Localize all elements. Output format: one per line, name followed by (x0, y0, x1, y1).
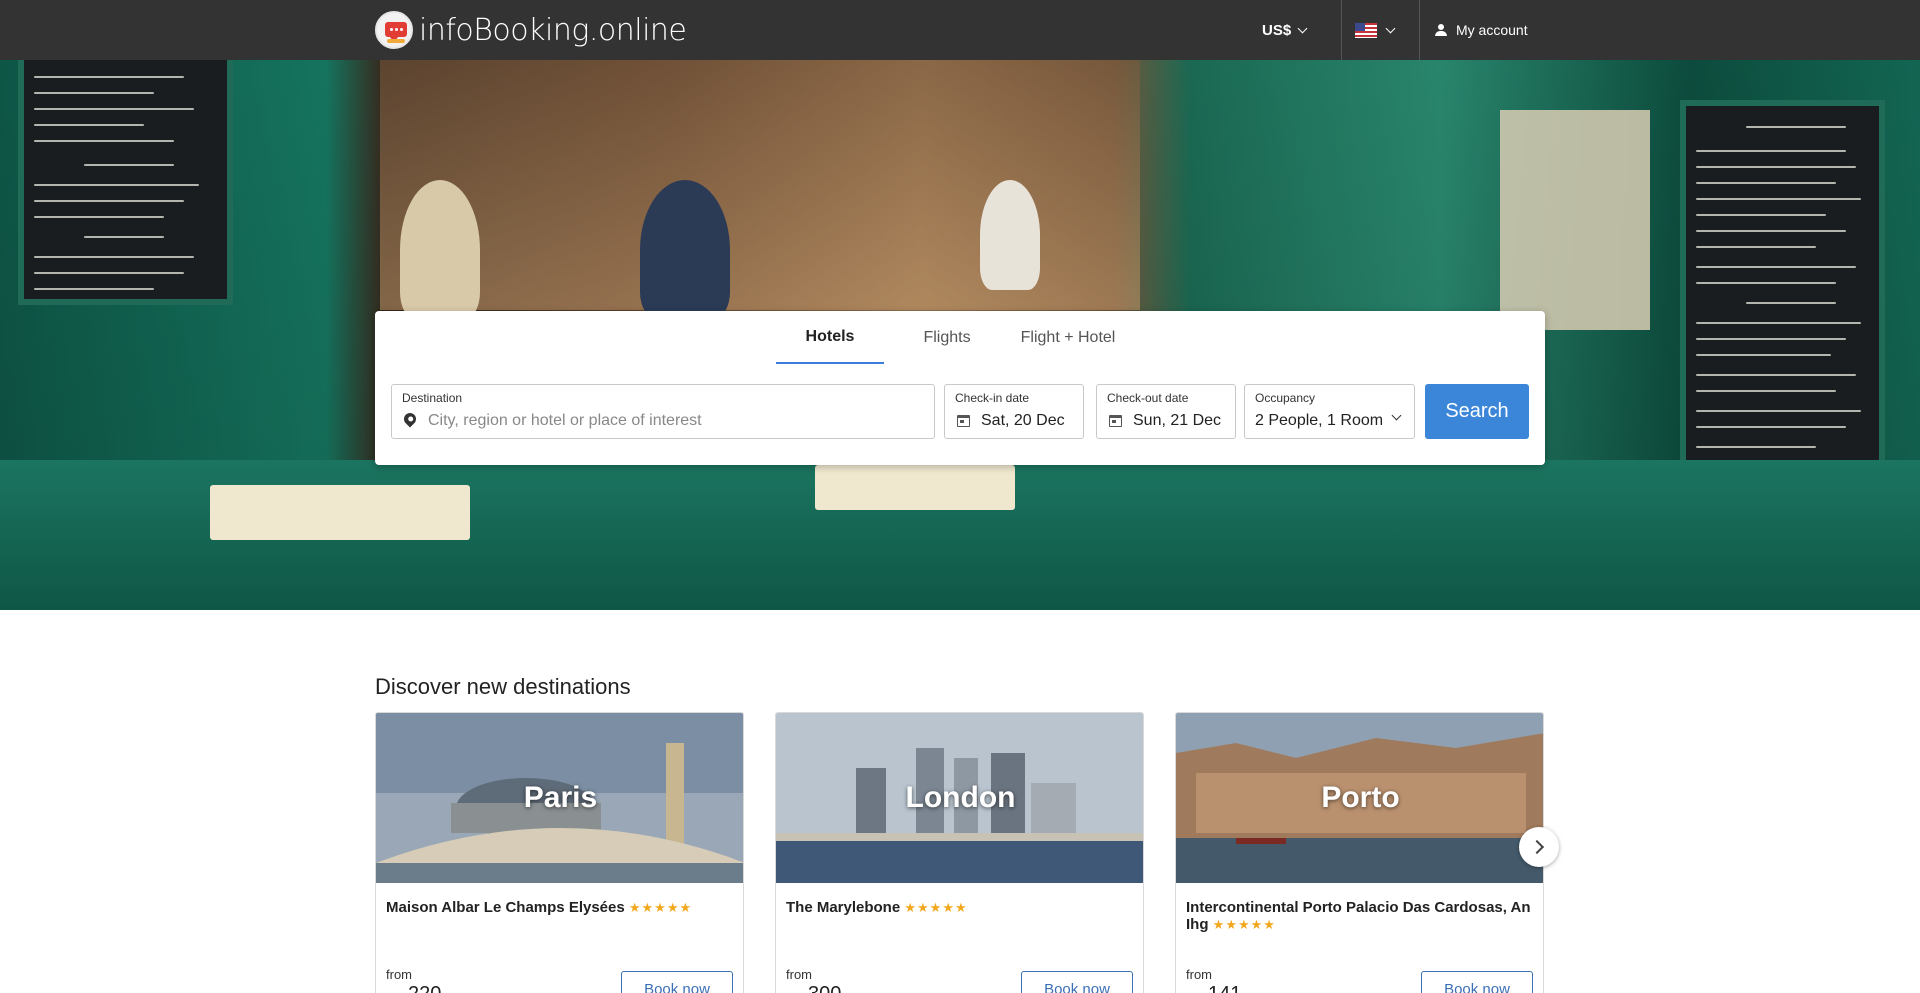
occupancy-value: 2 People, 1 Room (1255, 412, 1384, 429)
site-logo[interactable]: infoBooking.online (375, 11, 687, 49)
price-value: 300 (808, 983, 841, 993)
hotel-name[interactable]: Intercontinental Porto Palacio Das Cardo… (1186, 899, 1536, 933)
destination-label: Destination (402, 391, 463, 405)
top-navigation-bar: infoBooking.online US$ My account (0, 0, 1920, 60)
checkin-label: Check-in date (955, 391, 1030, 405)
price-from-label: from (1186, 967, 1212, 982)
card-city-name: Paris (523, 781, 598, 814)
destination-field[interactable]: Destination (391, 384, 935, 439)
checkin-value: Sat, 20 Dec (981, 412, 1065, 429)
calendar-icon (957, 415, 970, 427)
checkout-date-field[interactable]: Check-out date Sun, 21 Dec (1096, 384, 1236, 439)
tab-hotels[interactable]: Hotels (776, 311, 884, 364)
chevron-down-icon (1385, 23, 1396, 33)
occupancy-selector[interactable]: Occupancy 2 People, 1 Room (1244, 384, 1415, 439)
section-title: Discover new destinations (375, 674, 631, 699)
star-rating-icon: ★★★★★ (904, 900, 968, 915)
price-value: 220 (408, 983, 441, 993)
search-panel: Hotels Flights Flight + Hotel Destinatio… (375, 311, 1545, 465)
tab-flights[interactable]: Flights (899, 311, 995, 364)
search-tabs: Hotels Flights Flight + Hotel (375, 311, 1545, 364)
star-rating-icon: ★★★★★ (628, 900, 693, 915)
map-pin-icon (401, 410, 419, 428)
book-now-button[interactable]: Book now (1021, 971, 1133, 993)
language-selector[interactable] (1355, 0, 1396, 60)
checkout-label: Check-out date (1107, 391, 1189, 405)
price-value: 141 (1208, 983, 1241, 993)
porto-photo: Porto (1176, 713, 1543, 883)
destination-card-paris[interactable]: Paris Maison Albar Le Champs Elysées ★★★… (375, 712, 744, 993)
search-button[interactable]: Search (1425, 384, 1529, 439)
currency-selector[interactable]: US$ (1262, 0, 1308, 60)
card-city-name: Porto (1321, 781, 1400, 814)
tab-flight-hotel[interactable]: Flight + Hotel (1003, 311, 1133, 364)
carousel-next-button[interactable] (1519, 827, 1559, 867)
book-now-button[interactable]: Book now (621, 971, 733, 993)
chevron-right-icon (1529, 839, 1545, 855)
header-divider (1419, 0, 1420, 60)
user-icon (1434, 23, 1448, 37)
hotel-name[interactable]: The Marylebone ★★★★★ (786, 899, 1136, 916)
checkin-date-field[interactable]: Check-in date Sat, 20 Dec (944, 384, 1084, 439)
checkout-value: Sun, 21 Dec (1133, 412, 1222, 429)
account-label: My account (1456, 22, 1528, 38)
destination-input[interactable] (428, 410, 908, 432)
chevron-down-icon (1391, 410, 1402, 421)
destination-card-porto[interactable]: Porto Intercontinental Porto Palacio Das… (1175, 712, 1544, 993)
card-city-name: London (905, 781, 1016, 814)
header-divider (1341, 0, 1342, 60)
star-rating-icon: ★★★★★ (1212, 917, 1276, 932)
occupancy-label: Occupancy (1255, 391, 1316, 405)
chat-bubble-logo-icon (375, 11, 413, 49)
logo-text: infoBooking.online (419, 12, 687, 48)
paris-photo: Paris (376, 713, 743, 883)
calendar-icon (1109, 415, 1122, 427)
currency-label: US$ (1262, 21, 1292, 39)
us-flag-icon (1355, 22, 1377, 38)
london-photo: London (776, 713, 1143, 883)
book-now-button[interactable]: Book now (1421, 971, 1533, 993)
chevron-down-icon (1297, 23, 1308, 33)
destination-card-london[interactable]: London The Marylebone ★★★★★ from 300 Boo… (775, 712, 1144, 993)
price-from-label: from (786, 967, 812, 982)
price-from-label: from (386, 967, 412, 982)
hotel-name[interactable]: Maison Albar Le Champs Elysées ★★★★★ (386, 899, 736, 916)
my-account-link[interactable]: My account (1434, 0, 1528, 60)
